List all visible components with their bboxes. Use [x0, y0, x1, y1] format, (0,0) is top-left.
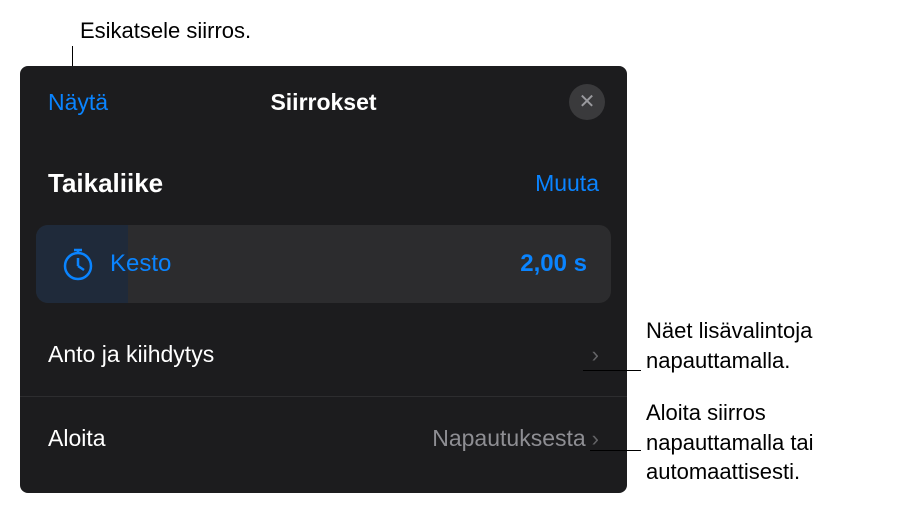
duration-slider[interactable]: Kesto 2,00 s [36, 225, 611, 303]
row-right: Napautuksesta › [432, 425, 599, 452]
panel-title: Siirrokset [270, 89, 376, 116]
duration-content: Kesto 2,00 s [36, 246, 611, 282]
transitions-panel: Näytä Siirrokset ✕ Taikaliike Muuta Kest… [20, 66, 627, 493]
close-icon: ✕ [579, 92, 596, 112]
callout-start-transition: Aloita siirros napauttamalla tai automaa… [646, 398, 814, 487]
duration-label: Kesto [110, 250, 520, 278]
preview-button[interactable]: Näytä [48, 89, 108, 116]
duration-value: 2,00 s [520, 250, 587, 278]
row-right: › [592, 342, 599, 368]
chevron-right-icon: › [592, 426, 599, 452]
transition-name: Taikaliike [48, 168, 163, 199]
close-button[interactable]: ✕ [569, 84, 605, 120]
callout-line [583, 370, 641, 371]
timer-icon [60, 246, 96, 282]
callout-line [590, 450, 641, 451]
change-button[interactable]: Muuta [535, 170, 599, 197]
callout-preview: Esikatsele siirros. [80, 18, 251, 44]
start-value: Napautuksesta [432, 425, 585, 452]
start-row[interactable]: Aloita Napautuksesta › [20, 397, 627, 480]
chevron-right-icon: › [592, 342, 599, 368]
delivery-row[interactable]: Anto ja kiihdytys › [20, 313, 627, 397]
panel-header: Näytä Siirrokset ✕ [20, 66, 627, 138]
section-header: Taikaliike Muuta [20, 138, 627, 213]
delivery-label: Anto ja kiihdytys [48, 341, 214, 368]
start-label: Aloita [48, 425, 106, 452]
callout-more-options: Näet lisävalintoja napauttamalla. [646, 316, 812, 375]
